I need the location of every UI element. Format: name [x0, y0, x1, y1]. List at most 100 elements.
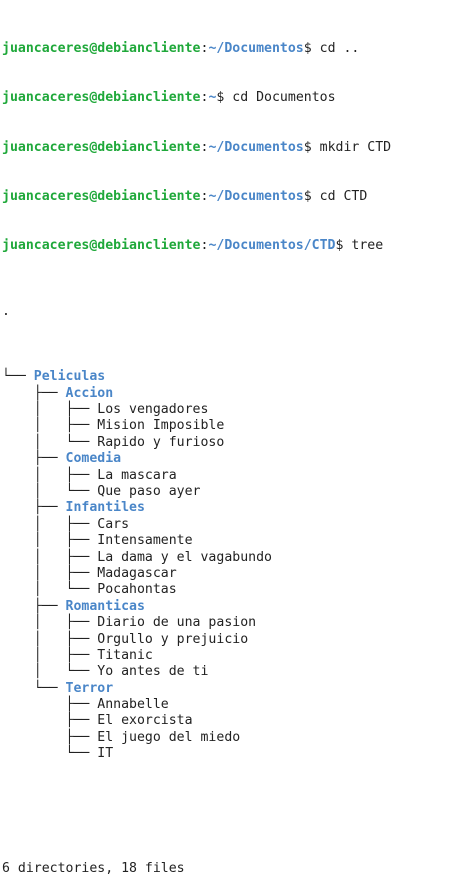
tree-branch: │ ├── [2, 631, 98, 647]
tree-root: . [2, 303, 10, 319]
prompt-command: cd CTD [319, 188, 368, 204]
tree-file-line: │ ├── Titanic [2, 648, 472, 664]
tree-branch: └── [2, 746, 98, 762]
prompt-line: juancaceres@debiancliente:~/Documentos$ … [2, 140, 472, 156]
tree-file-line: └── IT [2, 746, 472, 762]
prompt-user-host: juancaceres@debiancliente [2, 139, 201, 155]
tree-file-line: │ ├── Diario de una pasion [2, 615, 472, 631]
tree-branch: ├── [2, 385, 66, 401]
tree-branch: ├── [2, 451, 66, 467]
file-name: Madagascar [97, 565, 177, 581]
prompt-dollar: $ [335, 238, 352, 254]
file-name: El juego del miedo [97, 729, 241, 745]
tree-branch: ├── [2, 713, 98, 729]
prompt-command: cd .. [319, 41, 360, 57]
prompt-line: juancaceres@debiancliente:~$ cd Document… [2, 90, 472, 106]
tree-dir-line: ├── Comedia [2, 451, 472, 467]
terminal-output[interactable]: juancaceres@debiancliente:~/Documentos$ … [2, 0, 472, 894]
tree-branch: │ ├── [2, 565, 98, 581]
tree-file-line: ├── El juego del miedo [2, 730, 472, 746]
tree-file-line: │ ├── Orgullo y prejuicio [2, 632, 472, 648]
tree-summary: 6 directories, 18 files [2, 861, 185, 877]
file-name: El exorcista [97, 713, 193, 729]
tree-dir-line: ├── Accion [2, 386, 472, 402]
tree-dir-line: └── Peliculas [2, 369, 472, 385]
file-name: Mision Imposible [97, 418, 225, 434]
directory-name: Peliculas [33, 369, 106, 385]
tree-file-line: │ └── Rapido y furioso [2, 435, 472, 451]
file-name: Rapido y furioso [97, 434, 225, 450]
file-name: Orgullo y prejuicio [97, 631, 249, 647]
file-name: Titanic [97, 647, 153, 663]
tree-file-line: │ ├── La mascara [2, 468, 472, 484]
directory-name: Terror [65, 680, 114, 696]
directory-name: Romanticas [65, 598, 145, 614]
prompt-dollar: $ [303, 188, 320, 204]
file-name: La mascara [97, 467, 177, 483]
tree-branch: │ └── [2, 434, 98, 450]
prompt-user-host: juancaceres@debiancliente [2, 188, 201, 204]
prompt-user-host: juancaceres@debiancliente [2, 238, 201, 254]
tree-file-line: │ ├── Intensamente [2, 533, 472, 549]
tree-branch: ├── [2, 598, 66, 614]
prompt-command: cd Documentos [232, 90, 336, 106]
prompt-command: mkdir CTD [319, 139, 392, 155]
tree-branch: ├── [2, 697, 98, 713]
prompt-path: ~/Documentos [208, 188, 304, 204]
tree-branch: │ └── [2, 483, 98, 499]
tree-branch: │ ├── [2, 549, 98, 565]
prompt-path: ~/Documentos/CTD [208, 238, 336, 254]
prompt-line: juancaceres@debiancliente:~/Documentos$ … [2, 41, 472, 57]
tree-dir-line: ├── Romanticas [2, 599, 472, 615]
prompt-command: tree [351, 238, 384, 254]
file-name: Los vengadores [97, 402, 209, 418]
tree-branch: │ ├── [2, 516, 98, 532]
tree-branch: │ └── [2, 664, 98, 680]
prompt-line: juancaceres@debiancliente:~/Documentos$ … [2, 189, 472, 205]
tree-file-line: ├── Annabelle [2, 697, 472, 713]
file-name: Annabelle [97, 697, 169, 713]
directory-name: Comedia [65, 451, 122, 467]
tree-branch: │ ├── [2, 615, 98, 631]
tree-branch: │ └── [2, 582, 98, 598]
prompt-dollar: $ [216, 90, 233, 106]
file-name: Que paso ayer [97, 483, 201, 499]
tree-file-line: │ ├── Cars [2, 517, 472, 533]
tree-file-line: ├── El exorcista [2, 713, 472, 729]
tree-branch: │ ├── [2, 467, 98, 483]
file-name: Yo antes de ti [97, 664, 209, 680]
directory-name: Accion [65, 385, 114, 401]
tree-file-line: │ ├── Mision Imposible [2, 418, 472, 434]
tree-dir-line: ├── Infantiles [2, 500, 472, 516]
tree-branch: │ ├── [2, 402, 98, 418]
tree-branch: │ ├── [2, 533, 98, 549]
prompt-line: juancaceres@debiancliente:~/Documentos/C… [2, 238, 472, 254]
file-name: Pocahontas [97, 582, 177, 598]
file-name: La dama y el vagabundo [97, 549, 272, 565]
file-name: Cars [97, 516, 130, 532]
tree-dir-line: └── Terror [2, 681, 472, 697]
tree-file-line: │ └── Yo antes de ti [2, 664, 472, 680]
prompt-dollar: $ [303, 41, 320, 57]
prompt-user-host: juancaceres@debiancliente [2, 41, 201, 57]
tree-branch: │ ├── [2, 418, 98, 434]
file-name: IT [97, 746, 114, 762]
prompt-user-host: juancaceres@debiancliente [2, 90, 201, 106]
file-name: Intensamente [97, 533, 193, 549]
tree-file-line: │ ├── Los vengadores [2, 402, 472, 418]
tree-branch: └── [2, 369, 34, 385]
tree-listing: └── Peliculas ├── Accion │ ├── Los venga… [2, 369, 472, 762]
tree-branch: │ ├── [2, 647, 98, 663]
directory-name: Infantiles [65, 500, 145, 516]
tree-file-line: │ ├── La dama y el vagabundo [2, 550, 472, 566]
prompt-dollar: $ [303, 139, 320, 155]
tree-branch: └── [2, 680, 66, 696]
prompt-path: ~/Documentos [208, 139, 304, 155]
tree-file-line: │ └── Que paso ayer [2, 484, 472, 500]
prompt-path: ~/Documentos [208, 41, 304, 57]
tree-file-line: │ ├── Madagascar [2, 566, 472, 582]
tree-branch: ├── [2, 500, 66, 516]
tree-branch: ├── [2, 729, 98, 745]
tree-file-line: │ └── Pocahontas [2, 582, 472, 598]
